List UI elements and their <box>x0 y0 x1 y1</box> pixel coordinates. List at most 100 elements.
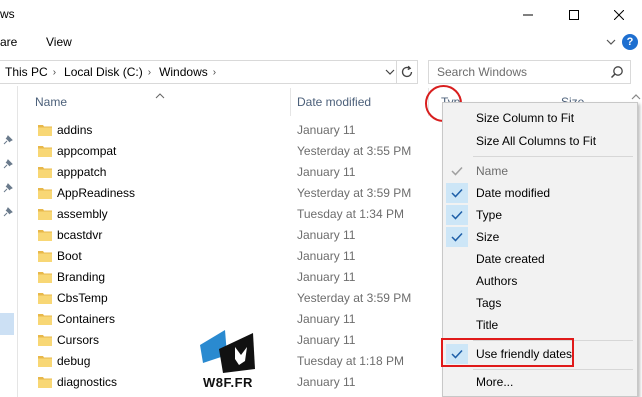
file-name: appcompat <box>57 144 117 158</box>
file-date: January 11 <box>297 270 356 284</box>
file-name: CbsTemp <box>57 291 108 305</box>
column-header-name[interactable]: Name <box>35 95 67 109</box>
file-date: Tuesday at 1:18 PM <box>297 354 404 368</box>
address-history-chevron-icon[interactable] <box>385 66 395 80</box>
refresh-icon[interactable] <box>400 65 414 82</box>
divider <box>396 61 397 83</box>
menu-item-title[interactable]: Title <box>443 314 637 336</box>
ribbon: are View ? <box>0 30 642 54</box>
checkmark-icon <box>446 205 468 225</box>
file-row[interactable]: Branding January 11 <box>18 267 442 288</box>
address-bar[interactable]: This PC › Local Disk (C:) › Windows › <box>0 60 418 84</box>
folder-icon <box>38 375 52 391</box>
sort-ascending-icon <box>155 88 165 102</box>
menu-item-label: Size All Columns to Fit <box>476 134 597 148</box>
menu-item-label: Title <box>476 318 499 332</box>
menu-item-name: Name <box>443 160 637 182</box>
breadcrumb-this-pc[interactable]: This PC <box>0 65 51 79</box>
pin-icon[interactable] <box>2 182 14 197</box>
folder-icon <box>38 354 52 370</box>
menu-item-label: Authors <box>476 274 518 288</box>
file-row[interactable]: addins January 11 <box>18 120 442 141</box>
file-date: Yesterday at 3:59 PM <box>297 291 412 305</box>
file-name: Boot <box>57 249 82 263</box>
folder-icon <box>38 123 52 139</box>
nav-selected-item[interactable] <box>0 313 14 335</box>
minimize-icon <box>523 14 533 16</box>
breadcrumb-separator-icon[interactable]: › <box>211 67 218 78</box>
menu-item-label: Size <box>476 230 500 244</box>
file-date: January 11 <box>297 249 356 263</box>
close-button[interactable] <box>596 0 642 30</box>
file-row[interactable]: assembly Tuesday at 1:34 PM <box>18 204 442 225</box>
file-row[interactable]: AppReadiness Yesterday at 3:59 PM <box>18 183 442 204</box>
menu-item-tags[interactable]: Tags <box>443 292 637 314</box>
menu-item-type[interactable]: Type <box>443 204 637 226</box>
address-bar-row: This PC › Local Disk (C:) › Windows › <box>0 58 642 86</box>
file-row[interactable]: CbsTemp Yesterday at 3:59 PM <box>18 288 442 309</box>
file-name: Containers <box>57 312 116 326</box>
window-title: ws <box>0 7 15 21</box>
menu-item-authors[interactable]: Authors <box>443 270 637 292</box>
file-name: Cursors <box>57 333 100 347</box>
pin-icon[interactable] <box>2 158 14 173</box>
menu-item-label: Date modified <box>476 186 551 200</box>
folder-icon <box>38 165 52 181</box>
folder-icon <box>38 144 52 160</box>
menu-item-size-all-columns-to-fit[interactable]: Size All Columns to Fit <box>443 130 637 152</box>
watermark-logo: W8F.FR <box>195 325 265 395</box>
breadcrumb-separator-icon[interactable]: › <box>146 67 153 78</box>
file-name: AppReadiness <box>57 186 136 200</box>
folder-icon <box>38 207 52 223</box>
menu-item-size[interactable]: Size <box>443 226 637 248</box>
file-date: Yesterday at 3:59 PM <box>297 186 412 200</box>
expand-ribbon-chevron-icon[interactable] <box>606 35 616 49</box>
tab-view[interactable]: View <box>46 35 72 49</box>
scroll-up-arrow-icon[interactable] <box>630 92 642 102</box>
file-date: January 11 <box>297 312 356 326</box>
menu-separator <box>473 369 633 370</box>
checkmark-icon <box>446 227 468 247</box>
tab-share[interactable]: are <box>0 35 17 49</box>
file-row[interactable]: bcastdvr January 11 <box>18 225 442 246</box>
menu-item-size-column-to-fit[interactable]: Size Column to Fit <box>443 107 637 129</box>
menu-separator <box>473 156 633 157</box>
menu-item-date-modified[interactable]: Date modified <box>443 182 637 204</box>
file-name: addins <box>57 123 93 137</box>
breadcrumb-separator-icon[interactable]: › <box>51 67 58 78</box>
close-icon <box>614 10 624 20</box>
file-name: Branding <box>57 270 106 284</box>
maximize-icon <box>569 10 579 20</box>
file-date: Yesterday at 3:55 PM <box>297 144 412 158</box>
column-divider[interactable] <box>290 88 291 116</box>
menu-item-date-created[interactable]: Date created <box>443 248 637 270</box>
file-date: Tuesday at 1:34 PM <box>297 207 404 221</box>
file-name: bcastdvr <box>57 228 103 242</box>
file-row[interactable]: Boot January 11 <box>18 246 442 267</box>
file-row[interactable]: apppatch January 11 <box>18 162 442 183</box>
file-date: January 11 <box>297 165 356 179</box>
search-input[interactable] <box>429 61 604 83</box>
menu-item-label: Size Column to Fit <box>476 111 575 125</box>
breadcrumb-local-disk[interactable]: Local Disk (C:) <box>58 65 146 79</box>
menu-item-label: Tags <box>476 296 502 310</box>
folder-icon <box>38 270 52 286</box>
folder-icon <box>38 186 52 202</box>
checkmark-icon <box>446 183 468 203</box>
folder-icon <box>38 249 52 265</box>
help-icon[interactable]: ? <box>622 34 638 50</box>
menu-item-more[interactable]: More... <box>443 371 637 393</box>
annotation-highlight-box <box>441 338 574 367</box>
file-date: January 11 <box>297 123 356 137</box>
maximize-button[interactable] <box>551 0 597 30</box>
file-row[interactable]: appcompat Yesterday at 3:55 PM <box>18 141 442 162</box>
search-box[interactable] <box>428 60 631 84</box>
breadcrumb-windows[interactable]: Windows <box>153 65 211 79</box>
pin-icon[interactable] <box>2 206 14 221</box>
pin-icon[interactable] <box>2 134 14 149</box>
menu-item-label: Date created <box>476 252 545 266</box>
navigation-pane[interactable] <box>0 86 18 397</box>
column-header-date-modified[interactable]: Date modified <box>297 95 371 109</box>
minimize-button[interactable] <box>505 0 551 30</box>
search-icon[interactable] <box>610 65 624 82</box>
